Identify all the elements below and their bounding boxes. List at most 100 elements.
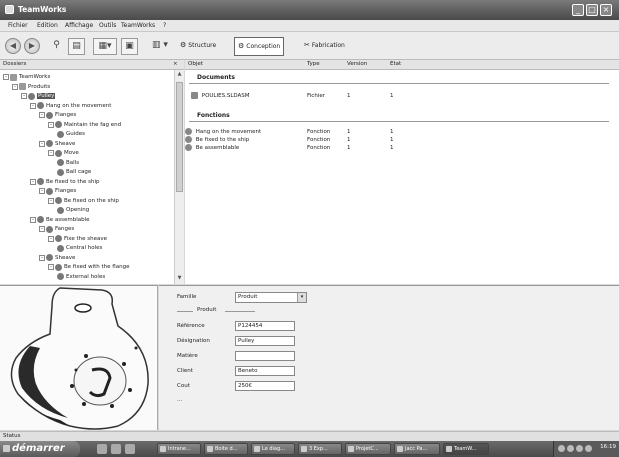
folders-button[interactable]: ▤ [68, 38, 85, 55]
tree-item-label: Ball cage [66, 169, 92, 175]
tree-item[interactable]: Ball cage [57, 168, 91, 176]
tree-item[interactable]: - Sheave [39, 140, 75, 148]
matiere-field[interactable] [235, 351, 295, 361]
tree-item[interactable]: - Sheave [39, 254, 75, 262]
task-explorer[interactable]: 3 Exp... [298, 443, 342, 455]
tree-collapse-icon[interactable]: - [39, 226, 45, 232]
part-icon [46, 254, 53, 261]
tray-network-icon[interactable] [558, 445, 565, 452]
tree-collapse-icon[interactable]: - [39, 188, 45, 194]
tree-collapse-icon[interactable]: - [39, 254, 45, 261]
tree-item-label: Hang on the movement [46, 102, 112, 109]
menu-edition[interactable]: Edition [37, 22, 58, 29]
tree-collapse-icon[interactable]: - [3, 74, 9, 80]
col-version[interactable]: Version [347, 60, 367, 69]
tree-item[interactable]: Balls [57, 159, 79, 167]
tab-structure[interactable]: ⚙ Structure [177, 37, 219, 56]
start-button[interactable]: démarrer [0, 441, 80, 457]
forward-button[interactable]: ▶ [24, 38, 40, 54]
task-jacc[interactable]: Jacc Pa... [394, 443, 440, 455]
tree-item[interactable]: - TeamWorks [3, 73, 50, 81]
scroll-up-icon[interactable]: ▲ [176, 71, 183, 77]
scroll-down-icon[interactable]: ▼ [176, 275, 183, 281]
minimize-button[interactable]: _ [572, 4, 584, 16]
tree-collapse-icon[interactable]: - [48, 121, 54, 128]
tree-collapse-icon[interactable]: - [48, 150, 54, 156]
scroll-thumb[interactable] [176, 82, 183, 192]
famille-label: Famille [177, 294, 197, 300]
col-objet[interactable]: Objet [188, 60, 203, 69]
menu-fichier[interactable]: Fichier [8, 22, 28, 29]
tree-item[interactable]: - Flanges [39, 111, 76, 119]
tree-item[interactable]: - Flanges [39, 187, 76, 195]
function-row[interactable]: Hang on the movement Fonction 1 1 [185, 128, 425, 136]
quicklaunch-browser-icon[interactable] [111, 444, 121, 454]
quicklaunch-desktop-icon[interactable] [97, 444, 107, 454]
tree-collapse-icon[interactable]: - [30, 178, 36, 185]
tree-item[interactable]: - Be fixed with the flange [48, 263, 129, 271]
tree-item-label: Fixe the sheave [64, 235, 108, 242]
tree-item[interactable]: - Produits [12, 83, 50, 91]
tree-collapse-icon[interactable]: - [39, 140, 45, 147]
menu-outils[interactable]: Outils [99, 22, 116, 29]
tree-collapse-icon[interactable]: - [39, 112, 45, 118]
document-row[interactable]: POULIES.SLDASM Fichier 1 1 [191, 92, 431, 100]
task-projet[interactable]: ProjetC... [345, 443, 391, 455]
back-button[interactable]: ◀ [5, 38, 21, 54]
function-row[interactable]: Be assemblable Fonction 1 1 [185, 144, 425, 152]
designation-field[interactable]: Pulley [235, 336, 295, 346]
task-teamworks[interactable]: TeamW... [443, 443, 489, 455]
tree-item[interactable]: Opening [57, 206, 89, 214]
task-diagramme[interactable]: Le diag... [251, 443, 295, 455]
menu-affichage[interactable]: Affichage [65, 22, 93, 29]
tab-fabrication[interactable]: ✂ Fabrication [301, 37, 348, 56]
tree-collapse-icon[interactable]: - [30, 102, 36, 109]
tree-item[interactable]: - Be fixed to the ship [30, 178, 100, 186]
tree-item[interactable]: - Fixe the sheave [48, 235, 107, 243]
tree-collapse-icon[interactable]: - [30, 216, 36, 223]
function-icon [37, 102, 44, 109]
part-preview[interactable] [0, 285, 158, 430]
tree-item[interactable]: Central holes [57, 244, 102, 252]
tree-item[interactable]: - Move [48, 149, 79, 157]
menu-help[interactable]: ? [163, 22, 166, 29]
function-row[interactable]: Be fixed to the ship Fonction 1 1 [185, 136, 425, 144]
tree-item[interactable]: Guides [57, 130, 85, 138]
tree-collapse-icon[interactable]: - [12, 83, 18, 90]
tray-antivirus-icon[interactable] [576, 445, 583, 452]
task-intranet[interactable]: Intrane... [157, 443, 201, 455]
search-button[interactable]: ⚲ [48, 38, 65, 55]
views-button[interactable]: ▦▾ [93, 38, 117, 55]
col-type[interactable]: Type [307, 60, 320, 69]
tree-collapse-icon[interactable]: - [48, 235, 54, 242]
tree-item[interactable]: - Fanges [39, 225, 74, 233]
tree-item[interactable]: - Be assemblable [30, 216, 90, 224]
cout-field[interactable]: 250€ [235, 381, 295, 391]
tree-scrollbar[interactable]: ▲ ▼ [174, 70, 184, 284]
tab-conception[interactable]: ⚙ Conception [234, 37, 285, 56]
tree-collapse-icon[interactable]: - [48, 264, 54, 270]
display-button[interactable]: ▥ ▾ [148, 38, 172, 55]
function-icon [55, 121, 62, 128]
tree-item[interactable]: - Maintain the fag end [48, 121, 121, 129]
col-etat[interactable]: Etat [390, 60, 401, 69]
tray-volume-icon[interactable] [567, 445, 574, 452]
tree-item[interactable]: External holes [57, 273, 105, 281]
chevron-down-icon[interactable]: ▾ [297, 293, 306, 302]
tree-collapse-icon[interactable]: - [21, 93, 27, 99]
client-field[interactable]: Beneto [235, 366, 295, 376]
tree-collapse-icon[interactable]: - [48, 197, 54, 204]
tree-item[interactable]: - Hang on the movement [30, 102, 111, 110]
tree-item[interactable]: - Pulley [21, 92, 56, 100]
close-button[interactable]: × [600, 4, 612, 16]
properties-button[interactable]: ▣ [121, 38, 138, 55]
close-folders-icon[interactable]: × [173, 60, 178, 69]
tree-item[interactable]: - Be fixed on the ship [48, 197, 119, 205]
reference-field[interactable]: P124454 [235, 321, 295, 331]
tray-update-icon[interactable] [585, 445, 592, 452]
quicklaunch-mail-icon[interactable] [125, 444, 135, 454]
menu-teamworks[interactable]: TeamWorks [121, 22, 155, 29]
famille-select[interactable]: Produit ▾ [235, 292, 307, 303]
task-boite[interactable]: Boite d... [204, 443, 248, 455]
maximize-button[interactable]: □ [586, 4, 598, 16]
